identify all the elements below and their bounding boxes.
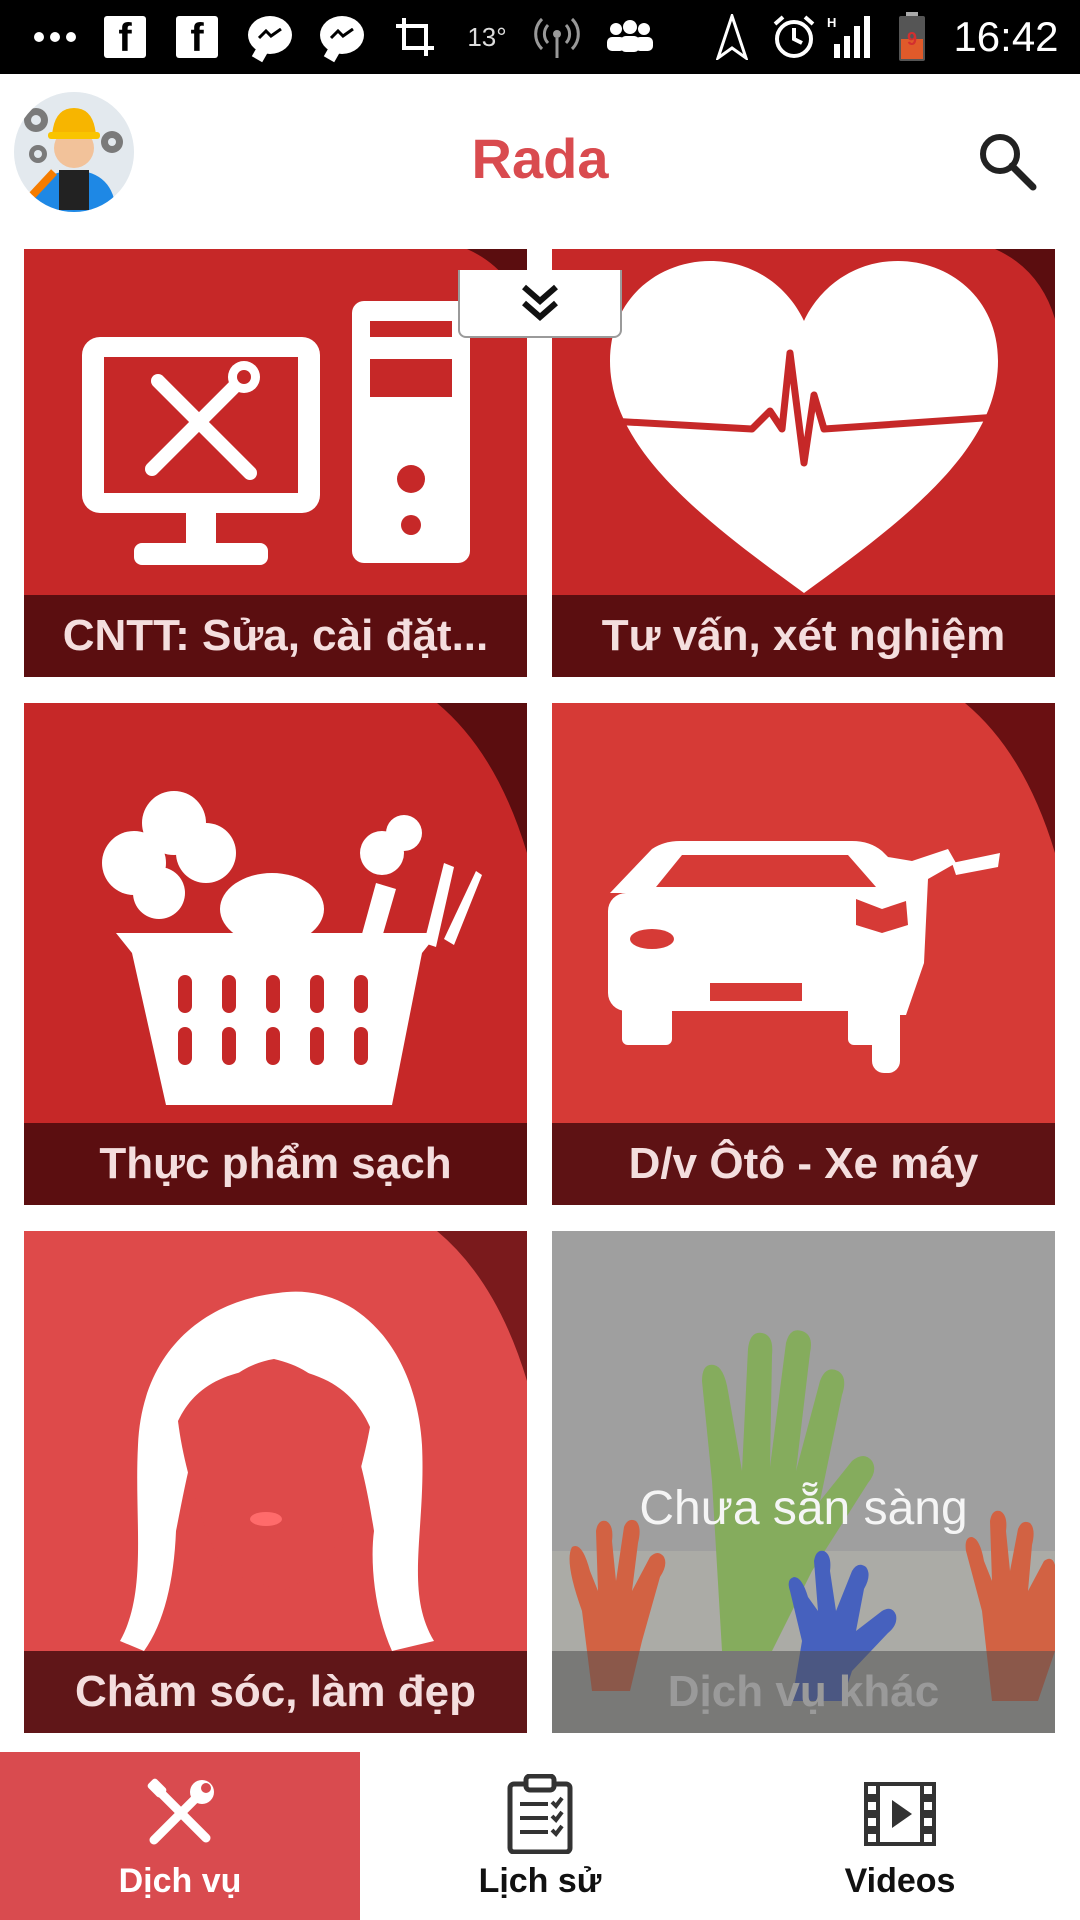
facebook-icon: f (176, 16, 218, 60)
category-label: CNTT: Sửa, cài đặt... (24, 595, 527, 677)
temperature-text: 13° (467, 21, 507, 52)
nav-tab-history[interactable]: Lịch sử (360, 1752, 720, 1920)
category-label: D/v Ôtô - Xe máy (552, 1123, 1055, 1205)
bottom-navigation: Dịch vụ Lịch sử Videos (0, 1752, 1080, 1920)
tools-icon (147, 1778, 214, 1845)
nav-tab-services[interactable]: Dịch vụ (0, 1752, 360, 1920)
signal-icon: H (824, 0, 874, 74)
messenger-icon (320, 16, 364, 54)
category-label: Tư vấn, xét nghiệm (552, 595, 1055, 677)
svg-text:9: 9 (907, 29, 917, 49)
category-tile-food[interactable]: Thực phẩm sạch (24, 703, 527, 1205)
facebook-icon: f (104, 16, 146, 60)
category-tile-vehicle[interactable]: D/v Ôtô - Xe máy (552, 703, 1055, 1205)
film-icon (864, 1782, 936, 1846)
navigation-icon (712, 0, 752, 74)
clipboard-icon (507, 1774, 573, 1854)
group-icon (602, 0, 658, 74)
vegetable-basket-icon (102, 791, 482, 1105)
car-motorbike-icon (608, 841, 1000, 1073)
collapse-handle[interactable] (458, 270, 622, 338)
clock-time: 16:42 (953, 13, 1059, 60)
messenger-icon (248, 16, 292, 54)
nav-tab-videos[interactable]: Videos (720, 1752, 1080, 1920)
battery-icon: 9 (892, 0, 932, 74)
nav-label: Lịch sử (478, 1862, 602, 1900)
nav-label: Videos (844, 1862, 956, 1900)
double-chevron-down-icon (522, 284, 558, 321)
heart-pulse-icon (609, 261, 999, 593)
search-icon[interactable] (975, 129, 1039, 193)
computer-repair-icon (82, 301, 470, 565)
category-tile-beauty[interactable]: Chăm sóc, làm đẹp (24, 1231, 527, 1733)
category-label: Dịch vụ khác (552, 1651, 1055, 1733)
category-label: Thực phẩm sạch (24, 1123, 527, 1205)
crop-icon (390, 0, 440, 74)
alarm-icon (770, 0, 818, 74)
category-tile-other[interactable]: Chưa sẵn sàng Dịch vụ khác (552, 1231, 1055, 1733)
woman-face-icon (120, 1291, 434, 1651)
not-ready-label: Chưa sẵn sàng (639, 1482, 968, 1535)
category-label: Chăm sóc, làm đẹp (24, 1651, 527, 1733)
nav-label: Dịch vụ (118, 1862, 242, 1900)
hotspot-icon (530, 0, 584, 74)
category-tile-it[interactable]: CNTT: Sửa, cài đặt... (24, 249, 527, 677)
more-icon (30, 0, 80, 74)
app-bar: Rada (0, 74, 1080, 244)
svg-text:H: H (827, 15, 836, 30)
status-bar: f f 13° H 9 16:42 (0, 0, 1080, 74)
app-title: Rada (471, 127, 609, 190)
category-tile-health[interactable]: Tư vấn, xét nghiệm (552, 249, 1055, 677)
